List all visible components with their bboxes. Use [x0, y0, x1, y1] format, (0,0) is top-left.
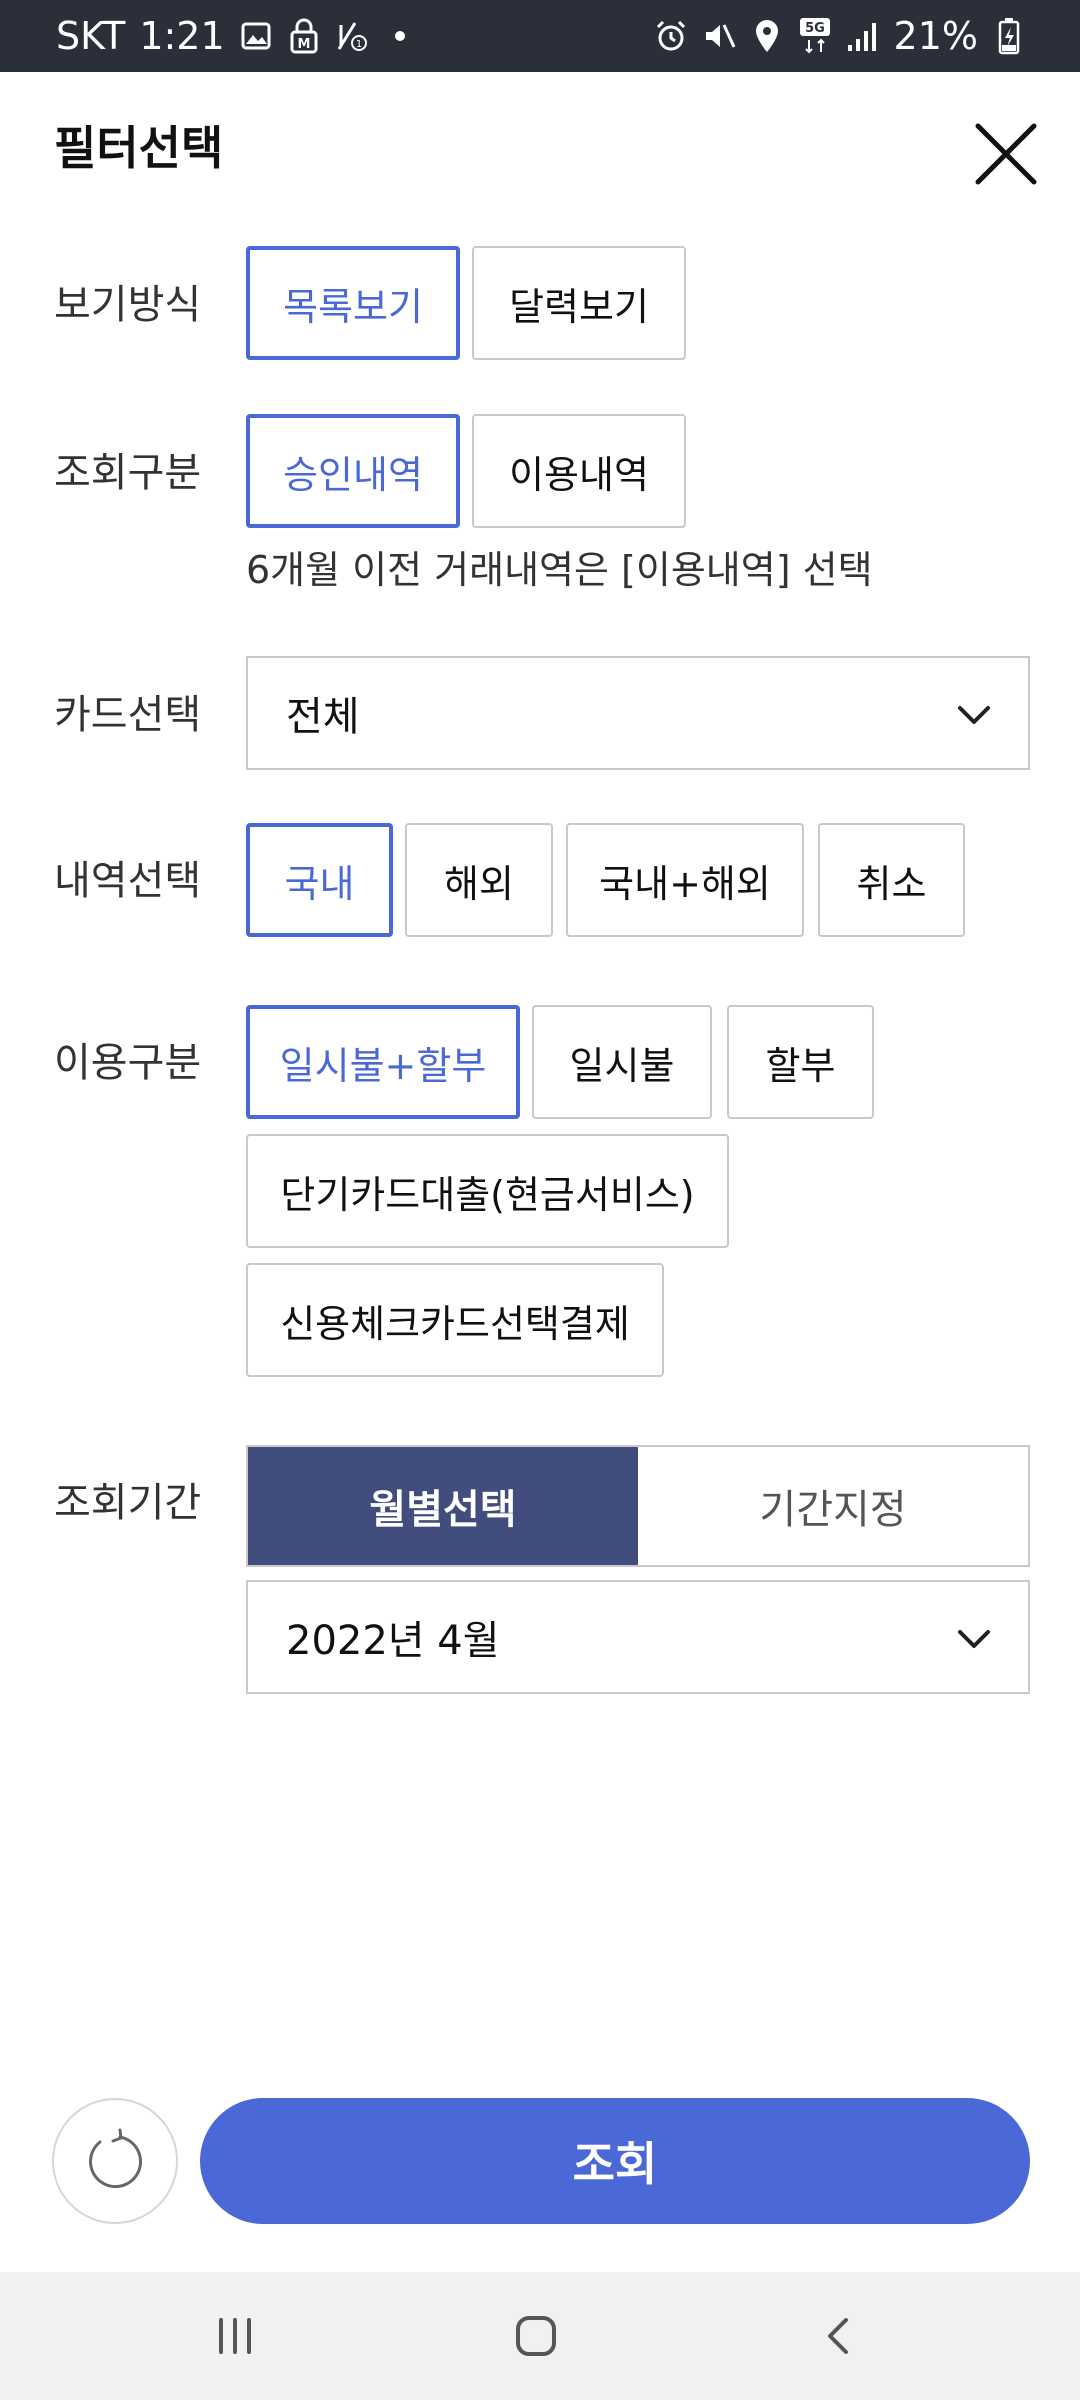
close-button[interactable]	[970, 118, 1042, 190]
back-button[interactable]	[810, 2306, 870, 2366]
recent-apps-button[interactable]	[205, 2306, 265, 2366]
navigation-bar	[0, 2272, 1080, 2400]
battery-icon	[992, 16, 1026, 56]
view-mode-calendar-button[interactable]: 달력보기	[472, 246, 686, 360]
card-select-value: 전체	[286, 694, 360, 740]
home-icon	[516, 2316, 556, 2356]
svg-text:1: 1	[355, 39, 361, 50]
carrier-label: SKT	[56, 14, 126, 58]
period-segmented-control: 월별선택 기간지정	[246, 1445, 1030, 1567]
period-label: 조회기간	[54, 1480, 202, 1526]
history-domestic-button[interactable]: 국내	[246, 823, 393, 937]
mute-icon	[702, 16, 736, 56]
recent-apps-icon	[219, 2318, 251, 2354]
chevron-down-icon	[958, 1630, 990, 1648]
gallery-icon	[239, 16, 273, 56]
history-select-label: 내역선택	[54, 858, 202, 904]
clock: 1:21	[139, 14, 225, 58]
tab-period-range[interactable]: 기간지정	[638, 1447, 1028, 1565]
inquiry-note: 6개월 이전 거래내역은 [이용내역] 선택	[246, 548, 873, 592]
inquiry-usage-button[interactable]: 이용내역	[472, 414, 686, 528]
status-bar-left: SKT 1:21 M 1	[56, 14, 417, 58]
card-select-label: 카드선택	[54, 692, 202, 738]
usage-credit-check-button[interactable]: 신용체크카드선택결제	[246, 1263, 664, 1377]
card-select-dropdown[interactable]: 전체	[246, 656, 1030, 770]
history-overseas-button[interactable]: 해외	[405, 823, 553, 937]
usage-lumpsum-installment-button[interactable]: 일시불+할부	[246, 1005, 520, 1119]
call-icon: 1	[335, 16, 369, 56]
usage-type-label: 이용구분	[54, 1040, 202, 1086]
svg-text:5G: 5G	[805, 21, 825, 36]
reset-icon	[89, 2128, 142, 2189]
month-select-value: 2022년 4월	[286, 1618, 500, 1664]
usage-installment-button[interactable]: 할부	[727, 1005, 874, 1119]
signal-icon	[846, 16, 880, 56]
status-bar: SKT 1:21 M 1 5G 21%	[0, 0, 1080, 72]
home-button[interactable]	[506, 2306, 566, 2366]
back-icon	[828, 2318, 848, 2354]
usage-lumpsum-button[interactable]: 일시불	[532, 1005, 712, 1119]
inquiry-approval-button[interactable]: 승인내역	[246, 414, 460, 528]
chevron-down-icon	[958, 706, 990, 724]
close-icon	[975, 123, 1037, 185]
battery-percent: 21%	[893, 14, 978, 58]
svg-text:M: M	[297, 37, 310, 52]
history-domestic-overseas-button[interactable]: 국내+해외	[566, 823, 804, 937]
page-title: 필터선택	[54, 121, 224, 175]
submit-button[interactable]: 조회	[200, 2098, 1030, 2224]
dot-icon	[383, 16, 417, 56]
reset-button[interactable]	[52, 2098, 178, 2224]
inquiry-type-label: 조회구분	[54, 450, 202, 496]
usage-cash-service-button[interactable]: 단기카드대출(현금서비스)	[246, 1134, 729, 1248]
location-icon	[750, 16, 784, 56]
lock-icon: M	[287, 16, 321, 56]
5g-icon: 5G	[798, 16, 832, 56]
month-select-dropdown[interactable]: 2022년 4월	[246, 1580, 1030, 1694]
alarm-icon	[654, 16, 688, 56]
tab-monthly-select[interactable]: 월별선택	[248, 1447, 638, 1565]
status-bar-right: 5G 21%	[654, 14, 1026, 58]
view-mode-label: 보기방식	[54, 282, 202, 328]
history-cancel-button[interactable]: 취소	[818, 823, 965, 937]
view-mode-list-button[interactable]: 목록보기	[246, 246, 460, 360]
